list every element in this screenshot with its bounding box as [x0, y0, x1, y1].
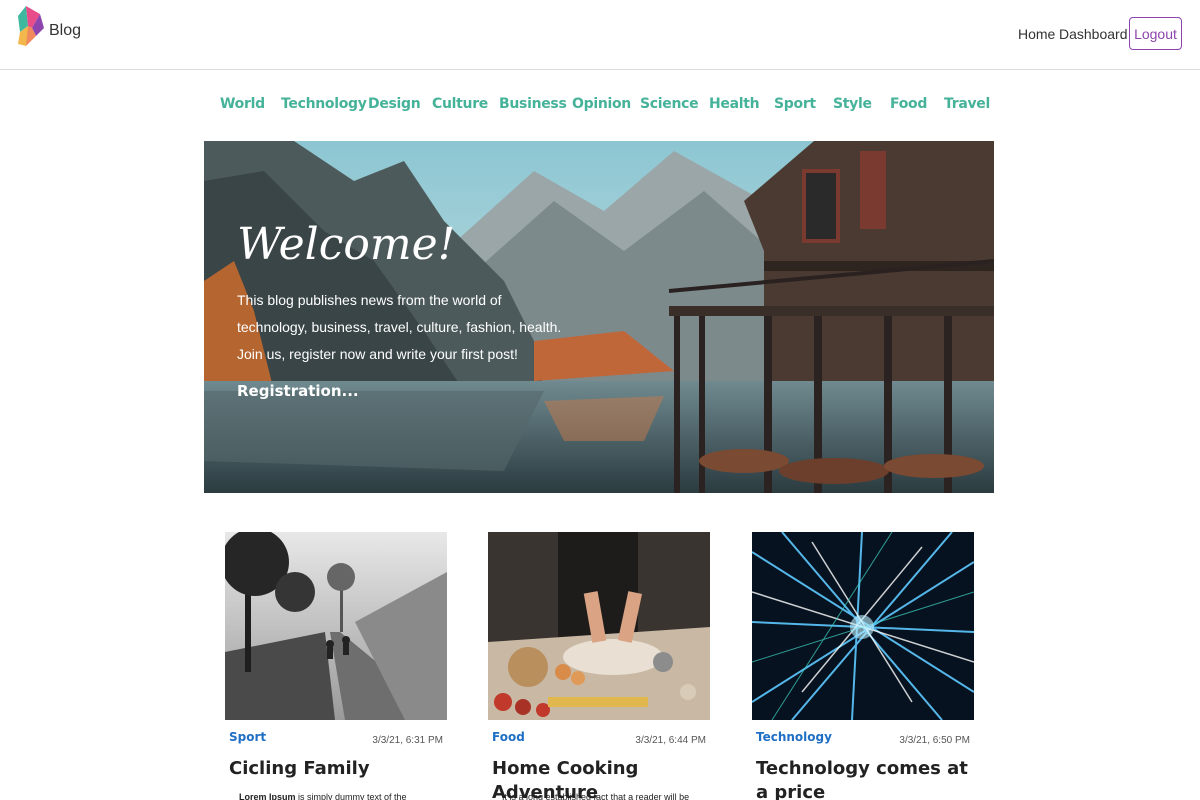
category-food[interactable]: Food [890, 96, 927, 112]
post-date: 3/3/21, 6:31 PM [372, 735, 443, 746]
post-image-cooking[interactable] [488, 532, 710, 720]
hero-title: Welcome! [237, 219, 456, 270]
post-date: 3/3/21, 6:50 PM [899, 735, 970, 746]
hero-banner: Welcome! This blog publishes news from t… [204, 141, 994, 493]
category-world[interactable]: World [220, 96, 265, 112]
post-image-technology[interactable] [752, 532, 974, 720]
site-header: Blog Home Dashboard Logout [0, 0, 1200, 70]
category-technology[interactable]: Technology [281, 96, 367, 112]
post-excerpt: Lorem Ipsum is simply dummy text of the [239, 792, 439, 800]
category-opinion[interactable]: Opinion [572, 96, 631, 112]
post-category[interactable]: Food [492, 730, 525, 744]
hero-description: This blog publishes news from the world … [237, 292, 562, 362]
post-image-cycling[interactable] [225, 532, 447, 720]
category-sport[interactable]: Sport [774, 96, 816, 112]
post-excerpt-text: is simply dummy text of the [295, 792, 407, 800]
category-design[interactable]: Design [368, 96, 421, 112]
post-excerpt: It is a long established fact that a rea… [502, 792, 702, 800]
post-date: 3/3/21, 6:44 PM [635, 735, 706, 746]
category-travel[interactable]: Travel [944, 96, 990, 112]
category-culture[interactable]: Culture [432, 96, 488, 112]
post-title[interactable]: Technology comes at a price [756, 757, 970, 800]
post-title[interactable]: Cicling Family [229, 757, 443, 781]
blog-logo-icon[interactable] [16, 6, 48, 48]
post-category[interactable]: Sport [229, 730, 266, 744]
post-category[interactable]: Technology [756, 730, 832, 744]
category-style[interactable]: Style [833, 96, 872, 112]
logout-button[interactable]: Logout [1129, 17, 1182, 50]
category-science[interactable]: Science [640, 96, 699, 112]
category-health[interactable]: Health [709, 96, 760, 112]
category-nav: World Technology Design Culture Business… [0, 96, 1200, 118]
nav-home-link[interactable]: Home [1018, 26, 1055, 42]
post-excerpt-text: It is a long established fact that a rea… [502, 792, 690, 800]
category-business[interactable]: Business [499, 96, 567, 112]
post-excerpt-bold: Lorem Ipsum [239, 792, 296, 800]
nav-dashboard-link[interactable]: Dashboard [1059, 26, 1128, 42]
brand-name[interactable]: Blog [49, 22, 81, 40]
registration-link[interactable]: Registration... [237, 382, 359, 400]
